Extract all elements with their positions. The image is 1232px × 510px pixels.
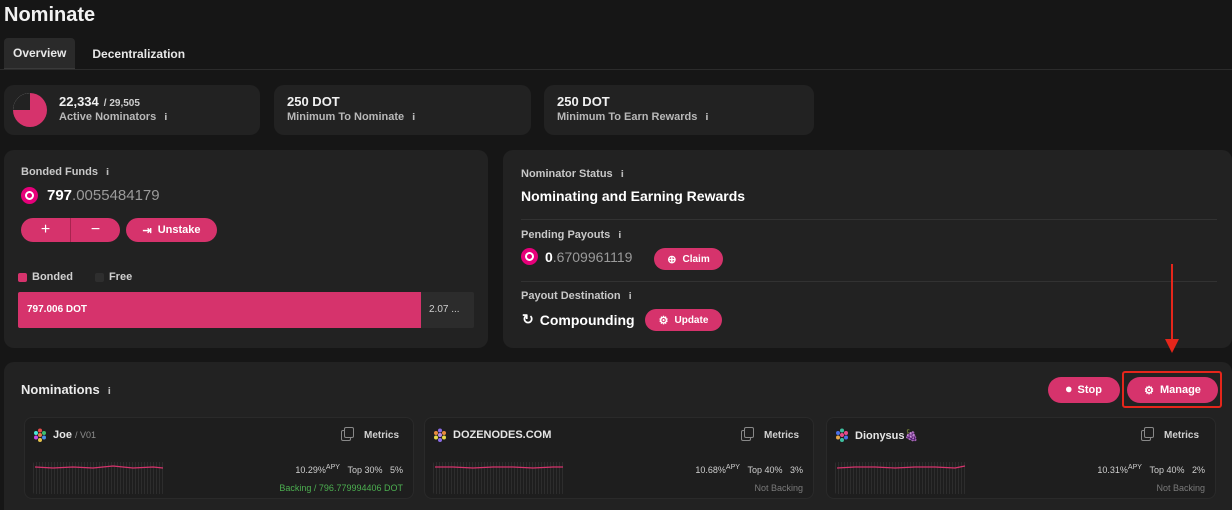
info-icon[interactable]: i [621, 170, 624, 180]
payout-destination-label: Payout Destination [521, 290, 621, 302]
validator-apy: 10.31% [1097, 465, 1128, 475]
minimum-to-earn-card: 250 DOT Minimum To Earn Rewards i [544, 85, 814, 135]
minimum-to-nominate-value: 250 DOT [287, 94, 340, 109]
bond-more-button[interactable]: + [21, 218, 70, 242]
validator-identicon-icon [433, 428, 447, 442]
claim-button[interactable]: ⊕ Claim [654, 248, 723, 270]
bonded-bar: 797.006 DOT 2.07 ... [18, 292, 474, 328]
info-icon[interactable]: i [412, 113, 415, 123]
era-points-sparkline [33, 462, 164, 494]
validator-rank: Top 40% [747, 465, 783, 475]
validator-card[interactable]: DOZENODES.COM Metrics 10.68%APY Top 40% … [424, 417, 814, 499]
validator-backing: Not Backing [754, 483, 803, 493]
free-legend-swatch [94, 272, 104, 282]
active-nominators-card: 22,334 / 29,505 Active Nominators i [4, 85, 260, 135]
copy-icon[interactable] [1141, 427, 1154, 441]
info-icon[interactable]: i [106, 168, 109, 178]
free-legend-label: Free [108, 271, 133, 283]
stop-label: Stop [1077, 384, 1102, 396]
stop-button[interactable]: ⏺ Stop [1048, 377, 1120, 403]
payout-destination-value: Compounding [539, 311, 635, 328]
validator-name: Joe [53, 429, 72, 441]
unstake-icon: ⇥ [142, 224, 152, 237]
info-icon[interactable]: i [108, 387, 111, 397]
validator-name: Dionysus🍇 [855, 430, 919, 442]
validator-identicon-icon [33, 428, 47, 442]
copy-icon[interactable] [741, 427, 754, 441]
era-points-sparkline [433, 462, 564, 494]
unstake-button[interactable]: ⇥ Unstake [126, 218, 217, 242]
validator-commission: 2% [1191, 465, 1205, 475]
update-button[interactable]: ⚙ Update [645, 309, 722, 331]
active-nominators-value: 22,334 [59, 94, 99, 109]
unbond-button[interactable]: − [71, 218, 120, 242]
validator-apy: 10.68% [695, 465, 726, 475]
tab-decentralization[interactable]: Decentralization [83, 38, 194, 70]
minimum-to-earn-label: Minimum To Earn Rewards [557, 111, 698, 123]
validator-rank: Top 40% [1149, 465, 1185, 475]
annotation-arrow [1171, 264, 1173, 342]
pending-payouts-label: Pending Payouts [521, 229, 611, 241]
refresh-icon: ↻ [522, 311, 534, 327]
minimum-to-nominate-label: Minimum To Nominate [287, 111, 405, 123]
update-label: Update [674, 314, 709, 326]
validator-commission: 3% [789, 465, 803, 475]
polkadot-logo-icon [521, 248, 538, 265]
active-nominators-total: / 29,505 [103, 98, 140, 109]
nominations-title: Nominations [21, 382, 100, 397]
tab-divider [0, 69, 1232, 70]
status-divider [521, 219, 1217, 220]
bonded-bar-fill: 797.006 DOT [18, 292, 421, 328]
validator-apy: 10.29% [295, 465, 326, 475]
era-points-sparkline [835, 462, 966, 494]
validator-card[interactable]: Dionysus🍇 Metrics 10.31%APY Top 40% 2% N… [826, 417, 1216, 499]
bonded-amount: 797.0055484179 [47, 187, 160, 204]
info-icon[interactable]: i [164, 113, 167, 123]
info-icon[interactable]: i [705, 113, 708, 123]
validator-sub: / V01 [74, 430, 96, 440]
validator-card[interactable]: Joe / V01 Metrics 10.29%APY Top 30% 5% Ba… [24, 417, 414, 499]
bonded-funds-label: Bonded Funds [21, 166, 98, 178]
polkadot-logo-icon [21, 187, 38, 204]
tab-overview[interactable]: Overview [4, 38, 76, 70]
validator-rank: Top 30% [347, 465, 383, 475]
free-bar-label: 2.07 ... [429, 304, 460, 315]
claim-label: Claim [682, 253, 710, 265]
nominator-status-label: Nominator Status [521, 168, 613, 180]
copy-icon[interactable] [341, 427, 354, 441]
pending-amount: 0.6709961119 [545, 248, 633, 265]
bonded-legend-swatch [18, 272, 27, 282]
nominator-status-value: Nominating and Earning Rewards [521, 188, 746, 204]
metrics-button[interactable]: Metrics [364, 430, 399, 441]
minimum-to-earn-value: 250 DOT [557, 94, 610, 109]
info-icon[interactable]: i [618, 231, 621, 241]
stop-circle-icon: ⏺ [1066, 383, 1072, 396]
gear-icon: ⚙ [658, 314, 669, 327]
validator-identicon-icon [835, 428, 849, 442]
minimum-to-nominate-card: 250 DOT Minimum To Nominate i [274, 85, 531, 135]
bonded-bar-label: 797.006 DOT [27, 304, 88, 315]
page-title: Nominate [4, 4, 96, 26]
annotation-highlight-box [1122, 371, 1222, 408]
validator-name: DOZENODES.COM [453, 429, 552, 441]
status-divider [521, 281, 1217, 282]
bonded-legend-label: Bonded [32, 271, 73, 283]
active-nominators-label: Active Nominators [59, 111, 157, 123]
validator-backing: Not Backing [1156, 483, 1205, 493]
active-nominators-pie-icon [13, 93, 47, 127]
annotation-arrow-head [1165, 339, 1179, 353]
validator-commission: 5% [389, 465, 403, 475]
metrics-button[interactable]: Metrics [1164, 430, 1199, 441]
validator-backing: Backing / 796.779994406 DOT [279, 483, 403, 493]
plus-circle-icon: ⊕ [667, 253, 677, 266]
unstake-label: Unstake [157, 224, 201, 236]
metrics-button[interactable]: Metrics [764, 430, 799, 441]
info-icon[interactable]: i [629, 292, 632, 302]
tab-bar: Overview Decentralization [4, 38, 202, 70]
